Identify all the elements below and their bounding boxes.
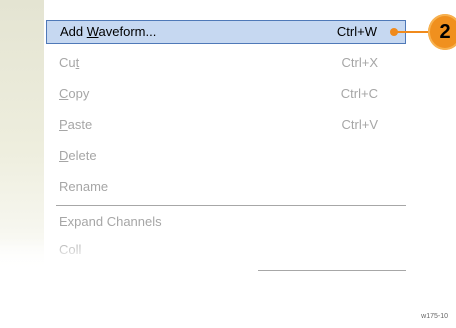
figure-id: w175-10 [421,313,448,320]
menu-item-collapse-channels[interactable]: Coll [46,238,406,262]
menu-item-paste[interactable]: Paste Ctrl+V [46,113,406,137]
context-menu: Add Waveform... Ctrl+W Cut Ctrl+X Copy C… [0,0,410,278]
menu-item-label: Expand Channels [59,214,162,229]
menu-separator [56,205,406,206]
menu-item-label: Delete [59,148,97,163]
menu-item-rename[interactable]: Rename [46,175,406,199]
menu-item-label: Cut [59,55,80,70]
menu-item-add-waveform[interactable]: Add Waveform... Ctrl+W [46,20,406,44]
menu-item-label: Rename [59,179,109,194]
menu-item-label: Paste [59,117,93,132]
menu-icon-gutter [0,0,44,275]
callout-pointer [390,28,429,36]
callout-number-badge: 2 [428,14,456,50]
menu-item-cut[interactable]: Cut Ctrl+X [46,51,406,75]
menu-item-shortcut: Ctrl+C [340,86,378,101]
menu-item-label: Copy [59,86,90,101]
menu-item-delete[interactable]: Delete [46,144,406,168]
menu-separator [258,270,406,271]
menu-item-label: Coll [59,242,82,257]
menu-item-copy[interactable]: Copy Ctrl+C [46,82,406,106]
menu-item-shortcut: Ctrl+W [336,24,377,39]
menu-item-shortcut: Ctrl+V [341,117,378,132]
menu-item-expand-channels[interactable]: Expand Channels [46,210,406,234]
menu-item-shortcut: Ctrl+X [341,55,378,70]
menu-item-label: Add Waveform... [60,24,157,39]
